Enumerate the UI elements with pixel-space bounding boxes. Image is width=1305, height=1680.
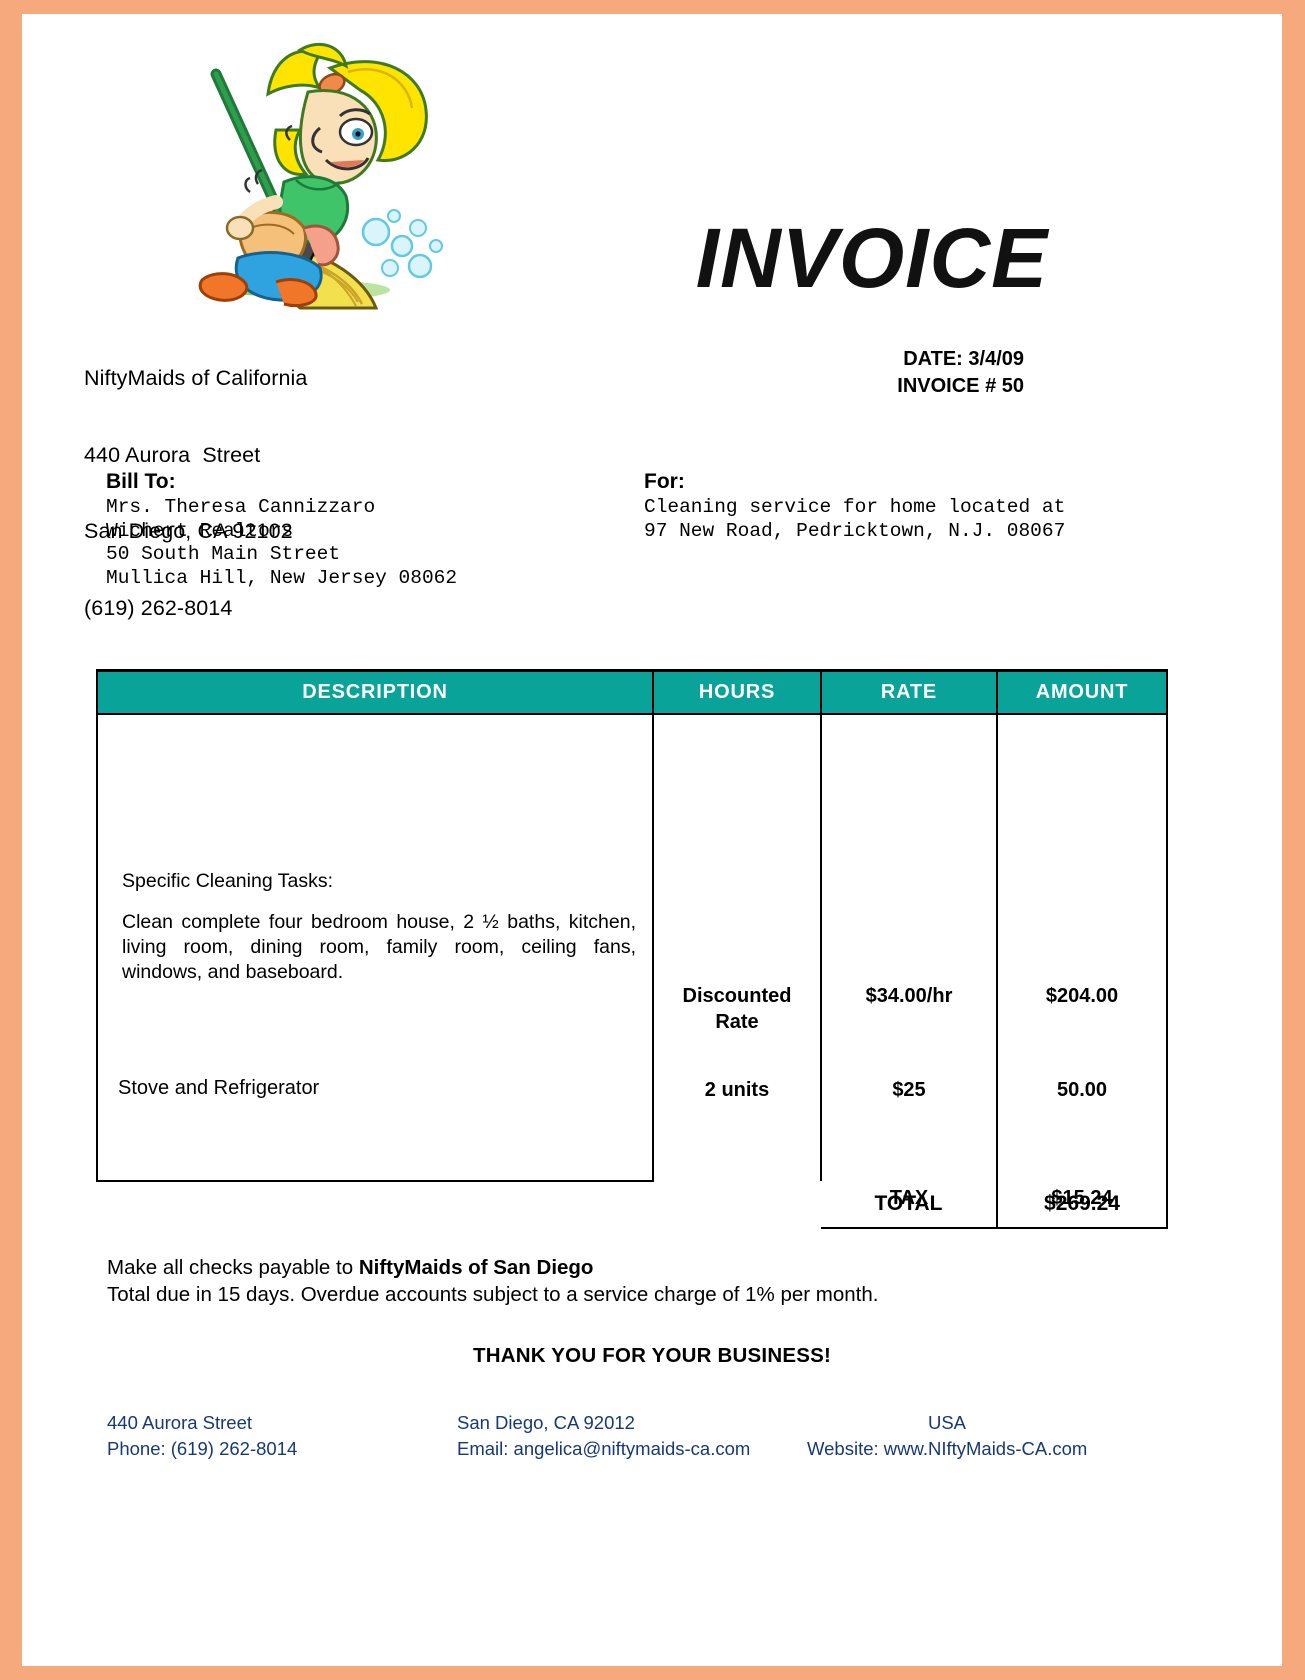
column-header-amount: AMOUNT: [996, 669, 1168, 715]
rate-cell: $34.00/hr $25 TAX: [820, 714, 998, 1209]
invoice-meta: DATE: 3/4/09 INVOICE # 50: [722, 346, 1024, 400]
page-title: INVOICE: [695, 211, 1049, 305]
description-cell: Specific Cleaning Tasks: Clean complete …: [96, 714, 654, 1182]
bill-to-address: Mrs. Theresa Cannizzaro Wichert Realtors…: [106, 496, 458, 589]
column-header-hours: HOURS: [652, 669, 822, 715]
page-border: NiftyMaids of California 440 Aurora Stre…: [0, 0, 1305, 1680]
tax-label: TAX: [889, 1187, 929, 1209]
line-items-table: DESCRIPTION HOURS RATE AMOUNT Specific C…: [96, 669, 1168, 1229]
hours-cell: Discounted Rate 2 units: [652, 714, 822, 1181]
company-name: NiftyMaids of California: [84, 366, 308, 390]
hours-value-1: Discounted Rate: [654, 983, 820, 1035]
footer-city: San Diego, CA 92012: [457, 1412, 635, 1433]
company-phone: (619) 262-8014: [84, 595, 233, 620]
for-description: Cleaning service for home located at 97 …: [644, 496, 1066, 542]
footer-column-contact: San Diego, CA 92012 Email: angelica@nift…: [457, 1410, 750, 1462]
invoice-number: INVOICE # 50: [897, 375, 1024, 397]
payable-line: Make all checks payable to NiftyMaids of…: [107, 1254, 878, 1281]
hours-value-1-line1: Discounted: [682, 985, 792, 1007]
maid-sweeping-logo: [180, 32, 450, 312]
terms-line: Total due in 15 days. Overdue accounts s…: [107, 1283, 879, 1306]
footer-country: USA: [927, 1412, 967, 1433]
payable-company: NiftyMaids of San Diego: [358, 1256, 594, 1279]
hours-value-1-line2: Rate: [715, 1011, 759, 1033]
bill-to-label: Bill To:: [106, 470, 176, 493]
bill-to-block: Bill To: Mrs. Theresa Cannizzaro Wichert…: [106, 470, 457, 590]
tax-value: $15.24: [1051, 1187, 1113, 1209]
invoice-sheet: NiftyMaids of California 440 Aurora Stre…: [22, 14, 1282, 1666]
rate-value-1: $34.00/hr: [865, 985, 953, 1007]
amount-cell: $204.00 50.00 $15.24: [996, 714, 1168, 1209]
table-row: Specific Cleaning Tasks: Clean complete …: [96, 714, 1168, 1209]
footer-street: 440 Aurora Street: [107, 1412, 253, 1433]
footer-email[interactable]: Email: angelica@niftymaids-ca.com: [457, 1436, 750, 1462]
for-block: For: Cleaning service for home located a…: [644, 470, 1065, 543]
table-header-row: DESCRIPTION HOURS RATE AMOUNT: [96, 669, 1168, 715]
footer-column-web: USA Website: www.NIftyMaids-CA.com: [807, 1410, 1087, 1462]
invoice-date: DATE: 3/4/09: [903, 348, 1024, 370]
thank-you-message: THANK YOU FOR YOUR BUSINESS!: [473, 1344, 831, 1367]
footer-website[interactable]: Website: www.NIftyMaids-CA.com: [807, 1436, 1087, 1462]
tasks-label: Specific Cleaning Tasks:: [122, 870, 333, 892]
total-spacer-1: [97, 1181, 653, 1228]
amount-value-2: 50.00: [1056, 1079, 1108, 1101]
second-line-item: Stove and Refrigerator: [118, 1077, 320, 1099]
payment-notes: Make all checks payable to NiftyMaids of…: [107, 1254, 878, 1308]
total-spacer-2: [653, 1181, 821, 1228]
company-street: 440 Aurora Street: [84, 442, 261, 467]
for-label: For:: [644, 470, 685, 493]
tasks-body: Clean complete four bedroom house, 2 ½ b…: [122, 911, 636, 983]
hours-value-2: 2 units: [704, 1079, 770, 1101]
column-header-rate: RATE: [820, 669, 998, 715]
column-header-description: DESCRIPTION: [96, 669, 654, 715]
footer-column-address: 440 Aurora Street Phone: (619) 262-8014: [107, 1410, 297, 1462]
rate-value-2: $25: [892, 1079, 926, 1101]
amount-value-1: $204.00: [1045, 985, 1119, 1007]
payable-prefix: Make all checks payable to: [107, 1256, 359, 1279]
footer-phone: Phone: (619) 262-8014: [107, 1438, 298, 1459]
